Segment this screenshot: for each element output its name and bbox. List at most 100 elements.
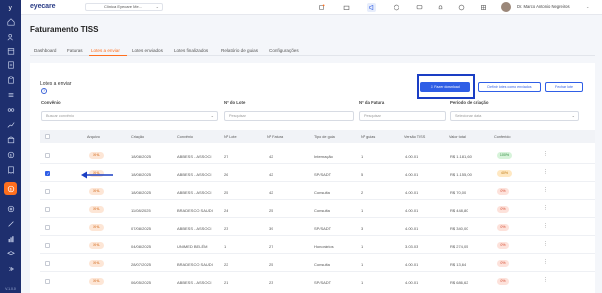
define-sent-button[interactable]: Definir lotes como enviados [478,82,541,92]
th-versao[interactable]: Versão TISS [404,135,425,139]
cell-date: 18/08/2025 [131,154,152,159]
calendar-icon[interactable] [0,44,21,58]
th-fatura[interactable]: Nº Fatura [267,135,283,139]
file-badge[interactable]: XHL [89,206,104,213]
filter-convenio-input[interactable]: Buscar convênio ⌄ [41,111,218,121]
cell-tipo: Consulta [314,262,330,267]
row-checkbox[interactable] [45,243,50,248]
section-title: Lotes a enviar [40,81,72,87]
filter-periodo-label: Período de criação [450,100,489,105]
glasses-icon[interactable] [0,103,21,117]
cell-versao: 4.00.01 [405,172,419,177]
home-icon[interactable] [0,15,21,29]
box-icon[interactable] [0,133,21,147]
list-icon[interactable] [0,88,21,102]
close-batch-button[interactable]: Fechar lote [545,82,583,92]
brand-logo: eyecare [30,3,56,10]
row-checkbox[interactable] [45,207,50,212]
filter-periodo-input[interactable]: Selecionar data ⌄ [450,111,579,121]
download-button[interactable]: ⇩ Fazer download [420,82,470,92]
th-convenio[interactable]: Convênio [177,135,193,139]
row-checkbox[interactable] [45,153,50,158]
th-lote[interactable]: Nº Lote [224,135,237,139]
money-icon[interactable]: $ [0,148,21,162]
cell-tipo: Honorários [314,244,334,249]
cell-guias: 1 [361,208,364,213]
pen-icon[interactable] [0,217,21,231]
tab-configuracoes[interactable]: Configurações [269,48,299,53]
chevron-down-icon: ⌄ [571,113,575,118]
status-badge: 0% [497,188,509,195]
tab-relatorio-de-guias[interactable]: Relatório de guias [221,48,258,53]
filter-lote-input[interactable]: Pesquisar [224,111,354,121]
row-menu-icon[interactable]: ⋮ [543,259,548,265]
avatar[interactable] [501,2,511,12]
row-menu-icon[interactable]: ⋮ [543,277,548,283]
chart-icon[interactable] [0,118,21,132]
receipt-icon[interactable] [0,163,21,177]
row-menu-icon[interactable]: ⋮ [543,241,548,247]
tab-lotes-enviados[interactable]: Lotes enviados [132,48,163,53]
users-icon[interactable] [0,30,21,44]
file-badge[interactable]: XHL [89,224,104,231]
chevron-down-icon[interactable]: ⌄ [586,4,589,9]
sidebar: y $ $ V.1.0.0 [0,0,21,293]
file-badge[interactable]: XHL [89,278,104,285]
status-badge: 40% [497,170,512,177]
clinic-selector[interactable]: Clínica Eyecare Me... ⌄ [85,3,163,11]
clipboard-icon[interactable] [0,73,21,87]
cell-guias: 1 [361,262,364,267]
content-card: Lotes a enviar ? ⇩ Fazer download Defini… [30,63,595,293]
settings-icon[interactable] [0,202,21,216]
user-name[interactable]: Dr. Marco Antonio Negreiros [517,4,570,9]
graduation-icon[interactable] [0,247,21,261]
cell-versao: 4.00.01 [405,226,419,231]
cell-convenio: BRADESCO SAUDI [177,208,213,213]
th-tipo[interactable]: Tipo de guia [314,135,335,139]
document-icon[interactable] [0,58,21,72]
th-valor: Valor total [449,135,466,139]
row-checkbox[interactable] [45,189,50,194]
file-badge[interactable]: XHL [89,260,104,267]
bell-icon[interactable] [436,3,445,12]
filter-fatura-input[interactable]: Pesquisar [359,111,446,121]
status-badge: 100% [497,152,512,159]
notification-dot-icon[interactable] [317,3,326,12]
sidebar-toggle-icon[interactable] [0,262,21,276]
megaphone-icon[interactable] [367,3,376,12]
billing-icon[interactable]: $ [4,182,17,195]
th-criacao[interactable]: Criação [131,135,144,139]
row-menu-icon[interactable]: ⋮ [543,205,548,211]
filter-convenio-label: Convênio [41,100,61,105]
file-badge[interactable]: XHL [89,188,104,195]
row-checkbox[interactable] [45,171,50,176]
file-badge[interactable]: XHL [89,152,104,159]
cell-lote: 26 [224,172,229,177]
row-menu-icon[interactable]: ⋮ [543,187,548,193]
th-conferido: Conferido [494,135,511,139]
tab-bar: Dashboard Faturas Lotes a enviar Lotes e… [30,47,595,56]
file-badge[interactable]: XHL [89,242,104,249]
cell-date: 28/07/2025 [131,262,152,267]
row-menu-icon[interactable]: ⋮ [543,223,548,229]
sync-icon[interactable] [392,3,401,12]
select-all-checkbox[interactable] [45,134,50,139]
stats-icon[interactable] [0,232,21,246]
grid-icon[interactable] [479,3,488,12]
tab-lotes-finalizados[interactable]: Lotes finalizados [174,48,208,53]
row-menu-icon[interactable]: ⋮ [543,169,548,175]
row-menu-icon[interactable]: ⋮ [543,151,548,157]
briefcase-icon[interactable] [342,3,351,12]
tab-lotes-a-enviar[interactable]: Lotes a enviar [91,48,120,53]
cell-guias: 5 [361,172,364,177]
chat-icon[interactable] [415,3,424,12]
row-divider [40,253,595,254]
cell-lote: 25 [224,190,229,195]
tab-faturas[interactable]: Faturas [67,48,83,53]
tab-dashboard[interactable]: Dashboard [34,48,56,53]
help-icon[interactable]: ? [41,88,47,94]
help-circle-icon[interactable] [457,3,466,12]
row-checkbox[interactable] [45,225,50,230]
row-checkbox[interactable] [45,279,50,284]
row-checkbox[interactable] [45,261,50,266]
